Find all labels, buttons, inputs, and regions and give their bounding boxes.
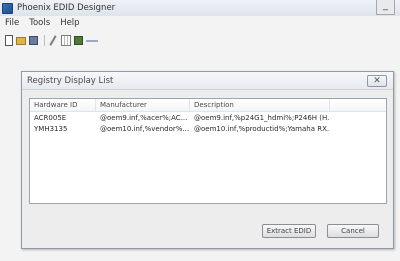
open-folder-icon[interactable] (16, 37, 26, 45)
cell-manufacturer: @oem9.inf,%acer%;AC... (100, 113, 188, 122)
registry-list[interactable]: Hardware ID Manufacturer Description ACR… (29, 98, 387, 204)
app-titlebar: Phoenix EDID Designer _ (0, 0, 400, 16)
menu-file[interactable]: File (0, 18, 24, 28)
edit-icon[interactable] (48, 35, 58, 46)
dialog-titlebar: Registry Display List (22, 72, 393, 90)
cell-description: @oem9.inf,%p24G1_hdmi%;P246H (H... (194, 113, 330, 122)
chip-icon[interactable] (74, 35, 83, 45)
cell-hardware-id: ACR005E (34, 113, 67, 122)
cell-description: @oem10.inf,%productid%;Yamaha RX... (194, 124, 330, 133)
list-row[interactable]: ACR005E @oem9.inf,%acer%;AC... @oem9.inf… (30, 112, 386, 123)
column-header-description[interactable]: Description (190, 98, 330, 112)
toolbar (0, 31, 400, 49)
wand-icon[interactable] (86, 35, 98, 46)
save-icon[interactable] (29, 35, 38, 45)
grid-icon[interactable] (61, 34, 71, 46)
dialog-title: Registry Display List (27, 75, 114, 86)
app-title: Phoenix EDID Designer (17, 3, 116, 13)
column-header-manufacturer[interactable]: Manufacturer (96, 98, 190, 112)
list-row[interactable]: YMH3135 @oem10.inf,%vendor%... @oem10.in… (30, 123, 386, 134)
toolbar-separator (44, 34, 45, 46)
cancel-button[interactable]: Cancel (327, 224, 379, 238)
close-button[interactable]: ✕ (367, 75, 387, 87)
new-file-icon[interactable] (5, 34, 13, 46)
menubar: File Tools Help (0, 16, 400, 30)
minimize-button[interactable]: _ (376, 0, 395, 15)
app-logo-icon (2, 2, 13, 14)
cell-hardware-id: YMH3135 (34, 124, 68, 133)
list-header: Hardware ID Manufacturer Description (30, 98, 386, 112)
column-header-hardware-id[interactable]: Hardware ID (30, 98, 96, 112)
menu-tools[interactable]: Tools (24, 18, 55, 28)
registry-display-dialog: Registry Display List ✕ Hardware ID Manu… (21, 71, 394, 249)
cell-manufacturer: @oem10.inf,%vendor%... (100, 124, 190, 133)
menu-help[interactable]: Help (55, 18, 84, 28)
extract-edid-button[interactable]: Extract EDID (262, 224, 316, 238)
